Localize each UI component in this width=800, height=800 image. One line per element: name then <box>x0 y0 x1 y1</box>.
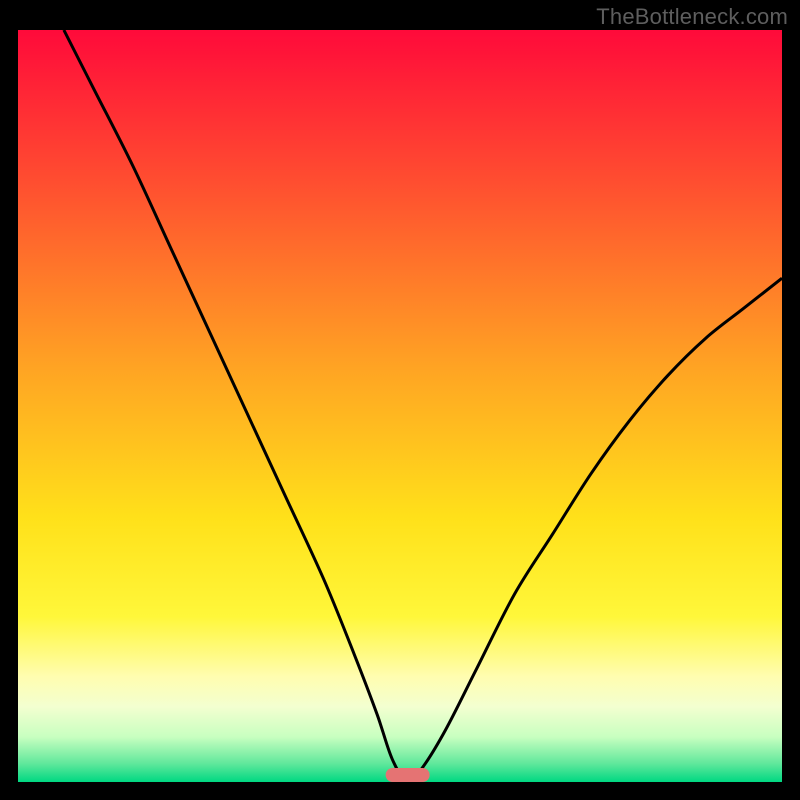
plot-area <box>18 30 782 782</box>
bottleneck-chart <box>18 30 782 782</box>
gradient-background <box>18 30 782 782</box>
chart-frame: TheBottleneck.com <box>0 0 800 800</box>
watermark-text: TheBottleneck.com <box>596 4 788 30</box>
optimal-marker <box>386 768 430 782</box>
